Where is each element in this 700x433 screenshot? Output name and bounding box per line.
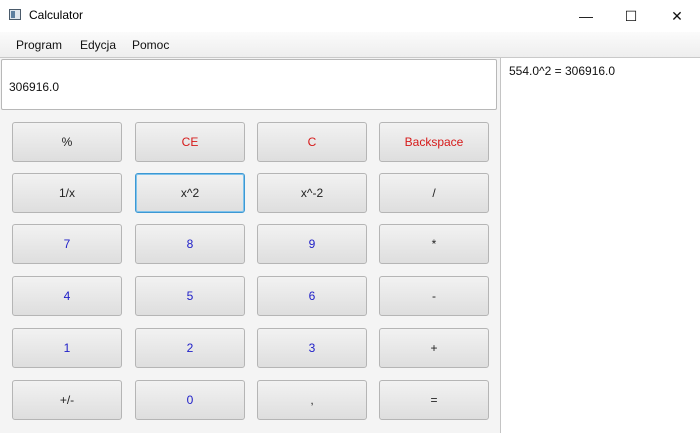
key-clear-entry[interactable]: CE <box>135 122 245 162</box>
key-1[interactable]: 1 <box>12 328 122 368</box>
display-value: 306916.0 <box>9 80 60 94</box>
key-4[interactable]: 4 <box>12 276 122 316</box>
calculator-pane: 306916.0 % CE C Backspace 1/x x^2 x^-2 /… <box>0 58 500 433</box>
maximize-icon: ☐ <box>624 7 638 24</box>
key-reciprocal[interactable]: 1/x <box>12 173 122 213</box>
close-button[interactable]: ✕ <box>654 0 700 32</box>
app-icon <box>9 9 21 20</box>
key-add[interactable]: + <box>379 328 489 368</box>
menu-pomoc[interactable]: Pomoc <box>132 38 169 52</box>
key-6[interactable]: 6 <box>257 276 367 316</box>
key-decimal[interactable]: , <box>257 380 367 420</box>
menu-edycja[interactable]: Edycja <box>80 38 116 52</box>
key-equals[interactable]: = <box>379 380 489 420</box>
key-square[interactable]: x^2 <box>135 173 245 213</box>
result-display[interactable]: 306916.0 <box>1 59 497 110</box>
key-subtract[interactable]: - <box>379 276 489 316</box>
key-3[interactable]: 3 <box>257 328 367 368</box>
history-panel[interactable]: 554.0^2 = 306916.0 <box>500 58 700 433</box>
key-percent[interactable]: % <box>12 122 122 162</box>
key-5[interactable]: 5 <box>135 276 245 316</box>
key-2[interactable]: 2 <box>135 328 245 368</box>
history-entry: 554.0^2 = 306916.0 <box>509 64 616 78</box>
menu-bar: Program Edycja Pomoc <box>0 32 700 58</box>
menu-program[interactable]: Program <box>16 38 62 52</box>
minimize-button[interactable]: — <box>563 0 609 32</box>
title-bar: Calculator — ☐ ✕ <box>0 0 700 32</box>
key-0[interactable]: 0 <box>135 380 245 420</box>
minimize-icon: — <box>579 8 593 24</box>
close-icon: ✕ <box>671 7 683 24</box>
key-multiply[interactable]: * <box>379 224 489 264</box>
key-clear[interactable]: C <box>257 122 367 162</box>
key-9[interactable]: 9 <box>257 224 367 264</box>
window-title: Calculator <box>29 8 84 22</box>
key-backspace[interactable]: Backspace <box>379 122 489 162</box>
key-7[interactable]: 7 <box>12 224 122 264</box>
maximize-button[interactable]: ☐ <box>608 0 654 32</box>
key-8[interactable]: 8 <box>135 224 245 264</box>
key-negate[interactable]: +/- <box>12 380 122 420</box>
key-divide[interactable]: / <box>379 173 489 213</box>
key-inverse-square[interactable]: x^-2 <box>257 173 367 213</box>
